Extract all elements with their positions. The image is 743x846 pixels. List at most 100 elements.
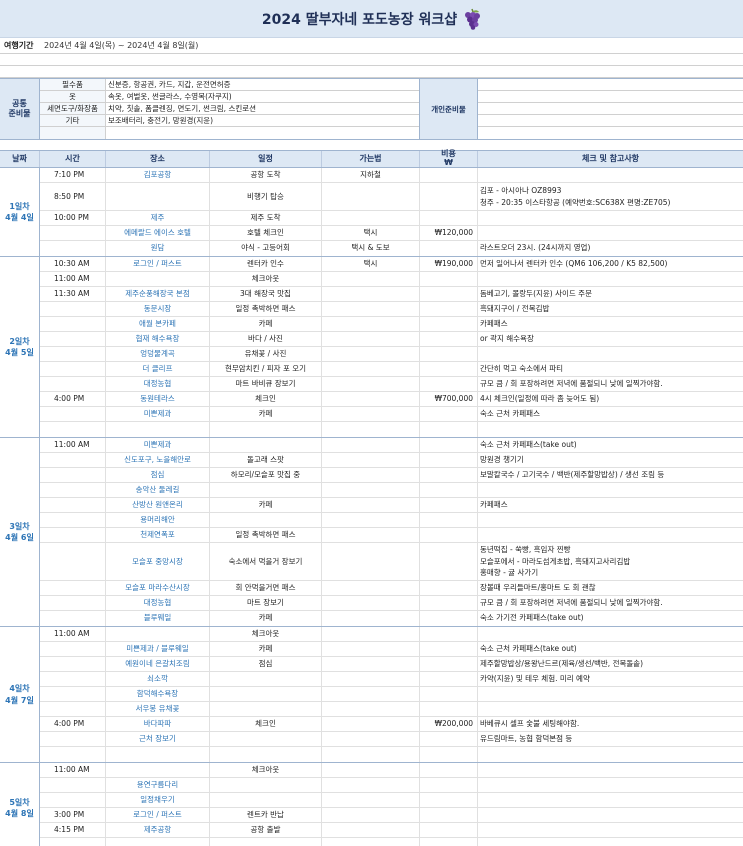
place-cell[interactable]: 제주 (106, 211, 210, 225)
note-cell[interactable]: 김포 - 아시아나 OZ8993 청주 - 20:35 이스타항공 (예약번호:S… (478, 183, 743, 210)
note-cell[interactable] (478, 838, 743, 846)
schedule-cell[interactable]: 렌트카 반납 (210, 808, 322, 822)
cost-cell[interactable] (420, 543, 478, 580)
note-cell[interactable] (478, 272, 743, 286)
time-cell[interactable] (40, 702, 106, 716)
schedule-cell[interactable]: 카페 (210, 317, 322, 331)
schedule-cell[interactable]: 점심 (210, 657, 322, 671)
time-cell[interactable] (40, 513, 106, 527)
time-cell[interactable] (40, 747, 106, 762)
schedule-cell[interactable]: 현무암치킨 / 피자 포 오기 (210, 362, 322, 376)
cost-cell[interactable] (420, 793, 478, 807)
schedule-cell[interactable]: 렌터카 인수 (210, 257, 322, 271)
note-cell[interactable]: 망원경 챙기기 (478, 453, 743, 467)
cost-cell[interactable] (420, 438, 478, 452)
schedule-cell[interactable] (210, 747, 322, 762)
time-cell[interactable] (40, 422, 106, 437)
note-cell[interactable] (478, 211, 743, 225)
time-cell[interactable] (40, 642, 106, 656)
transport-cell[interactable] (322, 543, 420, 580)
cost-cell[interactable] (420, 498, 478, 512)
transport-cell[interactable] (322, 183, 420, 210)
time-cell[interactable]: 4:00 PM (40, 717, 106, 731)
prep-items[interactable]: 신분증, 항공권, 카드, 지갑, 운전면허증 (106, 79, 419, 90)
schedule-cell[interactable]: 하모리/모슬포 맛집 중 (210, 468, 322, 482)
cost-cell[interactable] (420, 732, 478, 746)
transport-cell[interactable] (322, 272, 420, 286)
schedule-cell[interactable]: 공항 출발 (210, 823, 322, 837)
place-cell[interactable]: 동원테라스 (106, 392, 210, 406)
transport-cell[interactable] (322, 498, 420, 512)
schedule-cell[interactable]: 일정 촉박하면 패스 (210, 528, 322, 542)
note-cell[interactable] (478, 747, 743, 762)
schedule-cell[interactable] (210, 793, 322, 807)
time-cell[interactable]: 8:50 PM (40, 183, 106, 210)
transport-cell[interactable] (322, 438, 420, 452)
note-cell[interactable]: 흑돼지구이 / 전복김밥 (478, 302, 743, 316)
note-cell[interactable]: 숙소 근처 카페패스(take out) (478, 438, 743, 452)
note-cell[interactable]: 유드림마트, 농협 함덕본점 등 (478, 732, 743, 746)
cost-cell[interactable] (420, 747, 478, 762)
time-cell[interactable]: 11:00 AM (40, 763, 106, 777)
place-cell[interactable]: 서우봉 유채꽃 (106, 702, 210, 716)
cost-cell[interactable] (420, 407, 478, 421)
cost-cell[interactable] (420, 642, 478, 656)
cost-cell[interactable] (420, 453, 478, 467)
schedule-cell[interactable] (210, 672, 322, 686)
note-cell[interactable]: 보말칼국수 / 고기국수 / 백반(제주할망밥상) / 생선 조림 등 (478, 468, 743, 482)
schedule-cell[interactable] (210, 732, 322, 746)
time-cell[interactable] (40, 241, 106, 256)
time-cell[interactable] (40, 687, 106, 701)
time-cell[interactable] (40, 672, 106, 686)
note-cell[interactable] (478, 483, 743, 497)
place-cell[interactable]: 대정농협 (106, 596, 210, 610)
time-cell[interactable] (40, 317, 106, 331)
transport-cell[interactable] (322, 317, 420, 331)
cost-cell[interactable] (420, 377, 478, 391)
transport-cell[interactable] (322, 302, 420, 316)
transport-cell[interactable] (322, 732, 420, 746)
time-cell[interactable] (40, 226, 106, 240)
schedule-cell[interactable]: 호텔 체크인 (210, 226, 322, 240)
place-cell[interactable]: 산방산 원앤온리 (106, 498, 210, 512)
cost-cell[interactable] (420, 332, 478, 346)
transport-cell[interactable] (322, 468, 420, 482)
note-cell[interactable] (478, 226, 743, 240)
time-cell[interactable]: 11:00 AM (40, 627, 106, 641)
time-cell[interactable]: 11:00 AM (40, 272, 106, 286)
transport-cell[interactable] (322, 717, 420, 731)
note-cell[interactable]: 4시 체크인(일정에 따라 좀 늦어도 됨) (478, 392, 743, 406)
note-cell[interactable]: 제주할망밥상/용왕난드르(제육/생선/백반, 전복돌솥) (478, 657, 743, 671)
prep-items[interactable]: 속옷, 여벌옷, 썬글라스, 수영복(자쿠지) (106, 91, 419, 102)
cost-cell[interactable] (420, 468, 478, 482)
prep-items[interactable] (106, 127, 419, 139)
time-cell[interactable] (40, 483, 106, 497)
place-cell[interactable] (106, 838, 210, 846)
schedule-cell[interactable]: 공항 도착 (210, 168, 322, 182)
cost-cell[interactable] (420, 302, 478, 316)
place-cell[interactable]: 원담 (106, 241, 210, 256)
schedule-cell[interactable]: 비행기 탑승 (210, 183, 322, 210)
schedule-cell[interactable] (210, 687, 322, 701)
time-cell[interactable] (40, 377, 106, 391)
place-cell[interactable]: 점심 (106, 468, 210, 482)
time-cell[interactable]: 11:30 AM (40, 287, 106, 301)
place-cell[interactable]: 동문시장 (106, 302, 210, 316)
note-cell[interactable]: 규모 큼 / 회 포장하려면 저녁에 품절되니 낮에 일찍가야함. (478, 596, 743, 610)
note-cell[interactable]: 숙소 근처 카페패스(take out) (478, 642, 743, 656)
note-cell[interactable]: 숙소 근처 카페패스 (478, 407, 743, 421)
note-cell[interactable]: 먼저 일어나서 렌터카 인수 (QM6 106,200 / K5 82,500) (478, 257, 743, 271)
cost-cell[interactable] (420, 581, 478, 595)
place-cell[interactable]: 더 클리프 (106, 362, 210, 376)
note-cell[interactable]: 장볼때 우리들마트/홍마트 도 회 괜찮 (478, 581, 743, 595)
note-cell[interactable]: 카페패스 (478, 498, 743, 512)
time-cell[interactable]: 4:00 PM (40, 392, 106, 406)
cost-cell[interactable] (420, 778, 478, 792)
cost-cell[interactable] (420, 702, 478, 716)
cost-cell[interactable] (420, 183, 478, 210)
transport-cell[interactable] (322, 513, 420, 527)
cost-cell[interactable] (420, 808, 478, 822)
time-cell[interactable] (40, 362, 106, 376)
transport-cell[interactable]: 택시 (322, 226, 420, 240)
transport-cell[interactable] (322, 407, 420, 421)
